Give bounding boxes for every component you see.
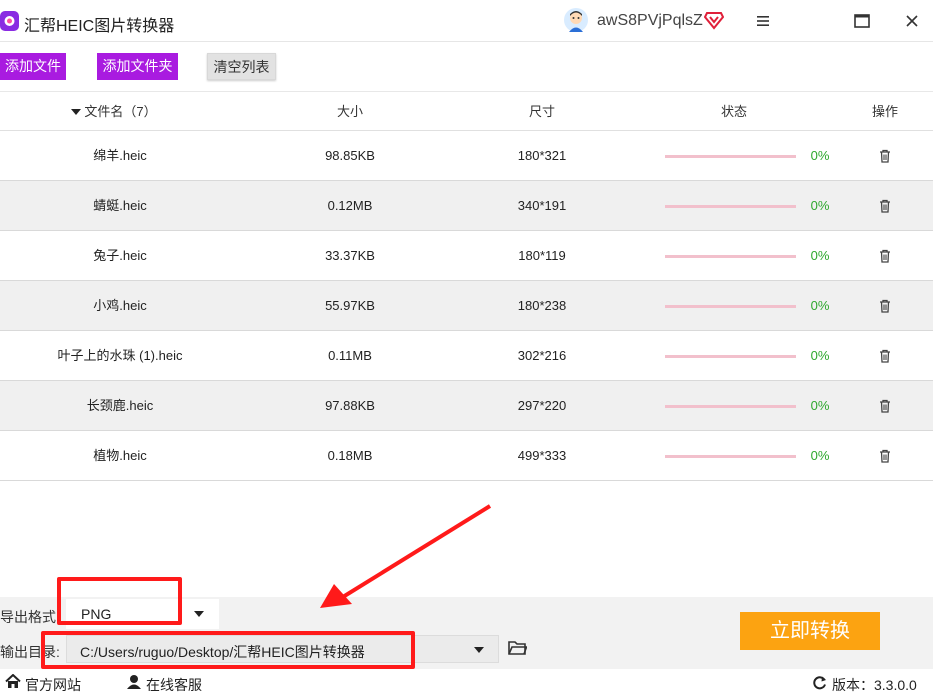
- file-dimensions: 180*238: [517, 298, 567, 313]
- add-folder-button[interactable]: 添加文件夹: [97, 53, 178, 80]
- folder-icon[interactable]: [508, 640, 527, 656]
- progress-bar: [665, 355, 796, 358]
- progress-percent: 0%: [810, 448, 830, 463]
- file-size: 0.12MB: [327, 198, 373, 213]
- menu-icon[interactable]: [752, 10, 774, 32]
- close-icon[interactable]: [901, 10, 923, 32]
- file-name: 蜻蜓.heic: [93, 198, 147, 213]
- annotation-box-directory: [41, 631, 415, 669]
- chevron-down-icon: [194, 611, 204, 617]
- file-size: 0.11MB: [328, 348, 372, 363]
- file-size: 98.85KB: [325, 148, 375, 163]
- file-name: 长颈鹿.heic: [86, 398, 154, 413]
- version-text: 版本：3.3.0.0: [832, 677, 917, 692]
- file-size: 33.37KB: [325, 248, 375, 263]
- progress-bar: [665, 305, 796, 308]
- file-dimensions: 180*119: [518, 248, 566, 263]
- table-row[interactable]: 长颈鹿.heic 97.88KB 297*220 0%: [0, 381, 933, 431]
- table-row[interactable]: 叶子上的水珠 (1).heic 0.11MB 302*216 0%: [0, 331, 933, 381]
- column-header-status: 状态: [720, 104, 747, 119]
- column-header-dimensions: 尺寸: [528, 104, 555, 119]
- trash-icon[interactable]: [877, 198, 893, 214]
- app-logo-icon: [0, 11, 19, 31]
- progress-bar: [665, 455, 796, 458]
- add-file-button[interactable]: 添加文件: [0, 53, 66, 80]
- progress-bar: [665, 205, 796, 208]
- trash-icon[interactable]: [877, 148, 893, 164]
- progress-percent: 0%: [810, 148, 830, 163]
- file-size: 55.97KB: [325, 298, 375, 313]
- trash-icon[interactable]: [877, 398, 893, 414]
- home-icon[interactable]: [5, 674, 21, 689]
- refresh-icon[interactable]: [812, 675, 827, 690]
- file-name: 植物.heic: [93, 448, 147, 463]
- progress-percent: 0%: [810, 348, 830, 363]
- progress-bar: [665, 155, 796, 158]
- progress-bar: [665, 405, 796, 408]
- progress-percent: 0%: [810, 398, 830, 413]
- trash-icon[interactable]: [877, 248, 893, 264]
- customer-service-icon[interactable]: [126, 674, 142, 689]
- convert-now-button[interactable]: 立即转换: [740, 612, 880, 650]
- chevron-down-icon: [474, 647, 484, 653]
- table-header: 文件名（7） 大小 尺寸 状态 操作: [0, 91, 933, 131]
- file-name: 叶子上的水珠 (1).heic: [57, 348, 183, 363]
- file-size: 0.18MB: [327, 448, 373, 463]
- clear-list-button[interactable]: 清空列表: [207, 53, 276, 80]
- file-name: 绵羊.heic: [93, 148, 147, 163]
- table-row[interactable]: 绵羊.heic 98.85KB 180*321 0%: [0, 131, 933, 181]
- file-name: 小鸡.heic: [93, 298, 147, 313]
- username[interactable]: awS8PVjPqlsZ: [597, 12, 703, 30]
- column-header-size: 大小: [336, 104, 363, 119]
- trash-icon[interactable]: [877, 448, 893, 464]
- trash-icon[interactable]: [877, 298, 893, 314]
- table-row[interactable]: 小鸡.heic 55.97KB 180*238 0%: [0, 281, 933, 331]
- export-format-label: 导出格式: [0, 609, 56, 625]
- progress-percent: 0%: [810, 298, 830, 313]
- progress-bar: [665, 255, 796, 258]
- column-header-actions: 操作: [871, 104, 898, 119]
- status-bar: 官方网站 在线客服 版本：3.3.0.0: [0, 670, 933, 692]
- vip-diamond-icon[interactable]: [704, 10, 724, 30]
- official-website-link[interactable]: 官方网站: [25, 675, 81, 692]
- trash-icon[interactable]: [877, 348, 893, 364]
- app-title: 汇帮HEIC图片转换器: [24, 18, 175, 35]
- avatar[interactable]: [564, 8, 588, 32]
- table-row[interactable]: 兔子.heic 33.37KB 180*119 0%: [0, 231, 933, 281]
- file-dimensions: 340*191: [517, 198, 567, 213]
- column-header-name[interactable]: 文件名（7）: [0, 92, 228, 132]
- annotation-box-format: [57, 577, 182, 625]
- file-dimensions: 302*216: [517, 348, 567, 363]
- file-name: 兔子.heic: [93, 248, 147, 263]
- annotation-arrow: [320, 504, 492, 608]
- file-list: 绵羊.heic 98.85KB 180*321 0% 蜻蜓.heic 0.12M…: [0, 131, 933, 481]
- file-dimensions: 499*333: [517, 448, 567, 463]
- maximize-icon[interactable]: [851, 10, 873, 32]
- file-dimensions: 297*220: [517, 398, 567, 413]
- progress-percent: 0%: [810, 198, 830, 213]
- file-dimensions: 180*321: [517, 148, 567, 163]
- table-row[interactable]: 植物.heic 0.18MB 499*333 0%: [0, 431, 933, 481]
- table-row[interactable]: 蜻蜓.heic 0.12MB 340*191 0%: [0, 181, 933, 231]
- online-support-link[interactable]: 在线客服: [146, 675, 202, 692]
- title-bar: 汇帮HEIC图片转换器 awS8PVjPqlsZ: [0, 0, 933, 42]
- sort-down-icon: [71, 109, 82, 115]
- file-size: 97.88KB: [325, 398, 375, 413]
- progress-percent: 0%: [810, 248, 830, 263]
